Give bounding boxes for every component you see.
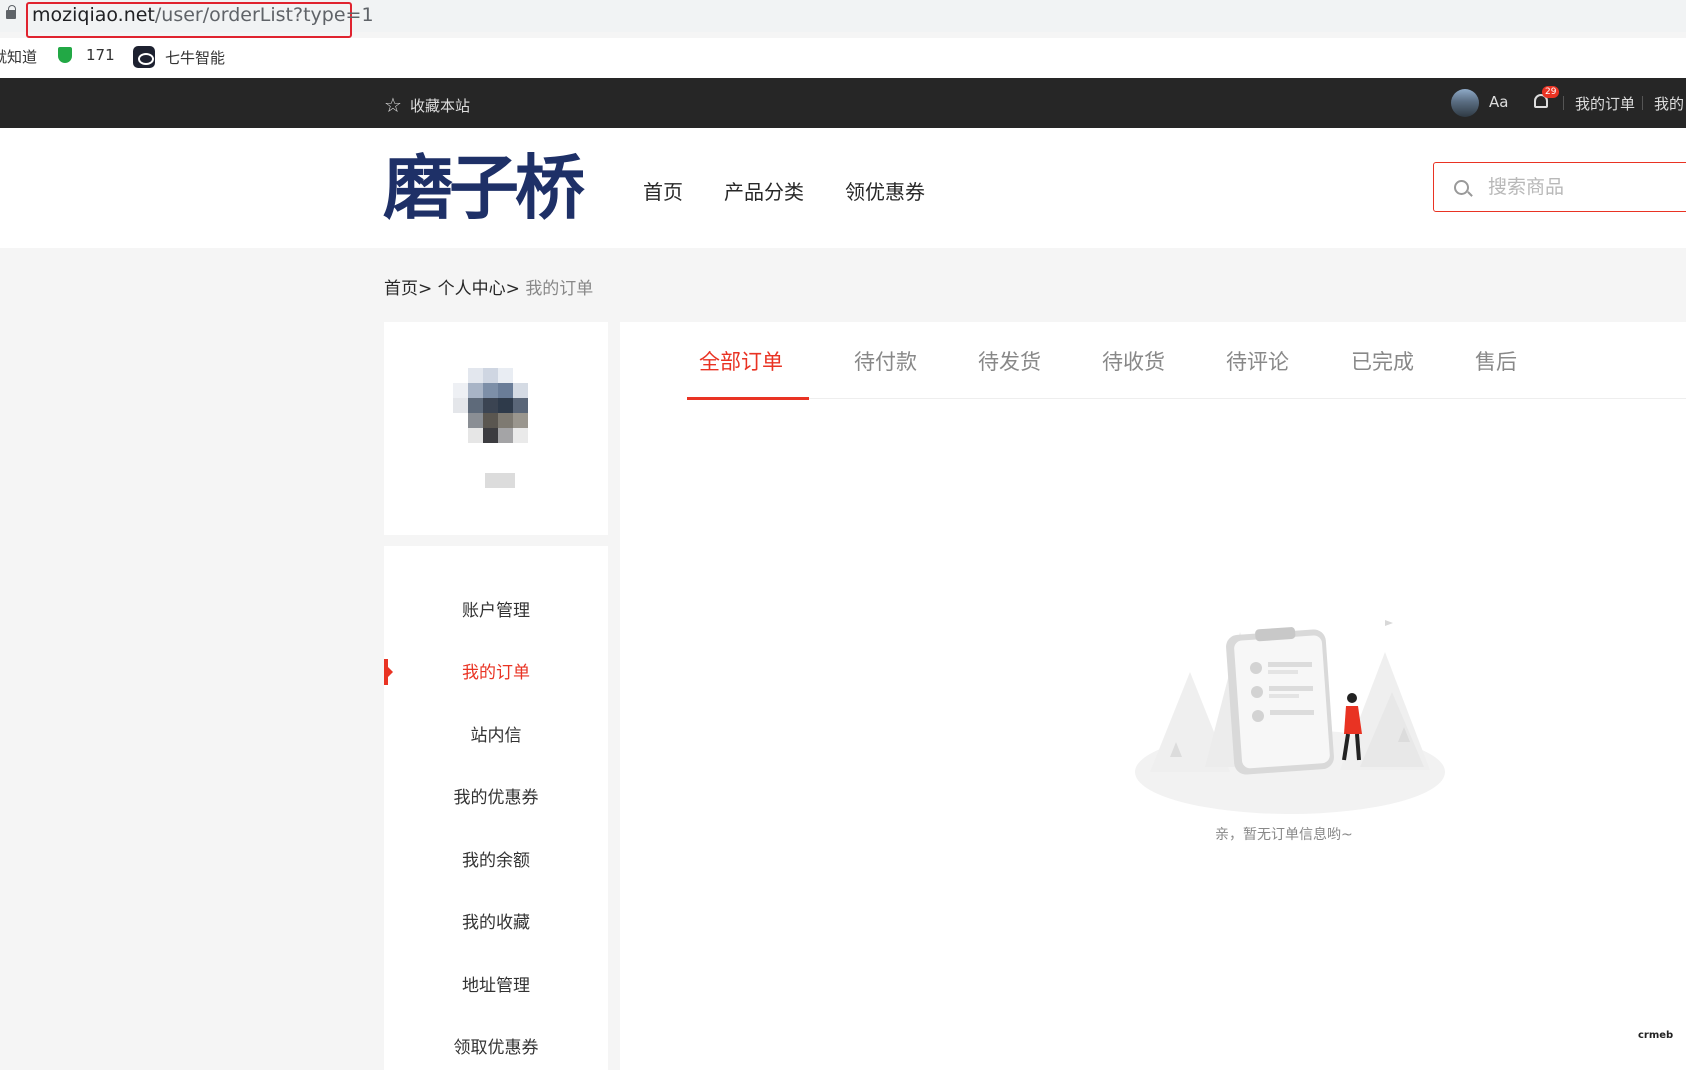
tab-pending-review[interactable]: 待评论 <box>1226 346 1289 376</box>
sidebar-item-get-coupons[interactable]: 领取优惠券 <box>384 1033 608 1058</box>
browser-address-bar: moziqiao.net/user/orderList?type=1 <box>0 0 1686 38</box>
shield-icon <box>58 47 72 63</box>
avatar[interactable] <box>1451 89 1479 117</box>
sidebar-item-balance[interactable]: 我的余额 <box>384 846 608 871</box>
eye-icon <box>133 46 155 68</box>
sidebar-item-addresses[interactable]: 地址管理 <box>384 971 608 996</box>
favorite-site-link[interactable]: ☆ 收藏本站 <box>384 93 470 117</box>
my-orders-link[interactable]: 我的订单 <box>1575 93 1635 114</box>
active-tab-underline <box>687 397 809 400</box>
bookmark-item[interactable]: 就知道 <box>0 46 37 67</box>
sidebar-item-account[interactable]: 账户管理 <box>384 596 608 621</box>
tab-all-orders[interactable]: 全部订单 <box>699 346 783 376</box>
tab-pending-payment[interactable]: 待付款 <box>854 346 917 376</box>
sidebar-menu: 账户管理 我的订单 站内信 我的优惠券 我的余额 我的收藏 地址管理 领取优惠券 <box>384 546 608 1070</box>
sidebar-item-messages[interactable]: 站内信 <box>384 721 608 746</box>
divider <box>1642 96 1643 110</box>
site-logo[interactable]: 磨子桥 <box>383 150 585 226</box>
nav-categories[interactable]: 产品分类 <box>724 176 804 205</box>
top-bar: ☆ 收藏本站 Aa 29 我的订单 我的 <box>0 78 1686 128</box>
font-size-toggle[interactable]: Aa <box>1489 93 1508 111</box>
bell-icon[interactable]: 29 <box>1532 86 1560 112</box>
user-avatar[interactable] <box>453 368 529 444</box>
breadcrumb-home[interactable]: 首页> <box>384 279 432 299</box>
order-panel: 全部订单 待付款 待发货 待收货 待评论 已完成 售后 亲，暂无订单信息哟~ <box>620 322 1686 1070</box>
notification-badge: 29 <box>1542 86 1560 98</box>
tab-completed[interactable]: 已完成 <box>1351 346 1414 376</box>
divider <box>1563 96 1564 110</box>
empty-orders-illustration <box>1135 620 1445 814</box>
breadcrumb: 首页> 个人中心> 我的订单 <box>384 274 593 299</box>
breadcrumb-current: 我的订单 <box>525 279 594 299</box>
tab-pending-shipment[interactable]: 待发货 <box>978 346 1041 376</box>
my-account-link[interactable]: 我的 <box>1654 93 1684 114</box>
search-icon[interactable] <box>1454 180 1469 195</box>
sidebar-item-my-coupons[interactable]: 我的优惠券 <box>384 783 608 808</box>
tab-after-sales[interactable]: 售后 <box>1475 346 1517 376</box>
bookmark-item[interactable]: 七牛智能 <box>133 46 225 68</box>
url-field[interactable]: moziqiao.net/user/orderList?type=1 <box>32 4 374 26</box>
bookmarks-bar: 就知道 171 七牛智能 <box>0 38 1686 78</box>
lock-icon <box>6 5 16 19</box>
star-icon: ☆ <box>384 93 402 117</box>
sidebar-item-orders[interactable]: 我的订单 <box>384 658 608 683</box>
username <box>485 473 515 488</box>
nav-home[interactable]: 首页 <box>643 176 683 205</box>
empty-orders-message: 亲，暂无订单信息哟~ <box>1215 827 1353 843</box>
user-card <box>384 322 608 535</box>
search-input[interactable] <box>1488 173 1678 201</box>
breadcrumb-center[interactable]: 个人中心> <box>438 279 520 299</box>
nav-coupons[interactable]: 领优惠券 <box>845 176 925 205</box>
sidebar-item-favorites[interactable]: 我的收藏 <box>384 908 608 933</box>
bookmark-item[interactable]: 171 <box>58 46 115 64</box>
search-box <box>1433 162 1686 212</box>
url-path: /user/orderList?type=1 <box>154 4 374 26</box>
tabs-divider <box>687 398 1686 399</box>
tab-pending-receipt[interactable]: 待收货 <box>1102 346 1165 376</box>
site-header: 磨子桥 首页 产品分类 领优惠券 <box>0 128 1686 248</box>
url-host: moziqiao.net <box>32 4 155 26</box>
crmeb-logo: crmeb <box>1638 1030 1674 1041</box>
